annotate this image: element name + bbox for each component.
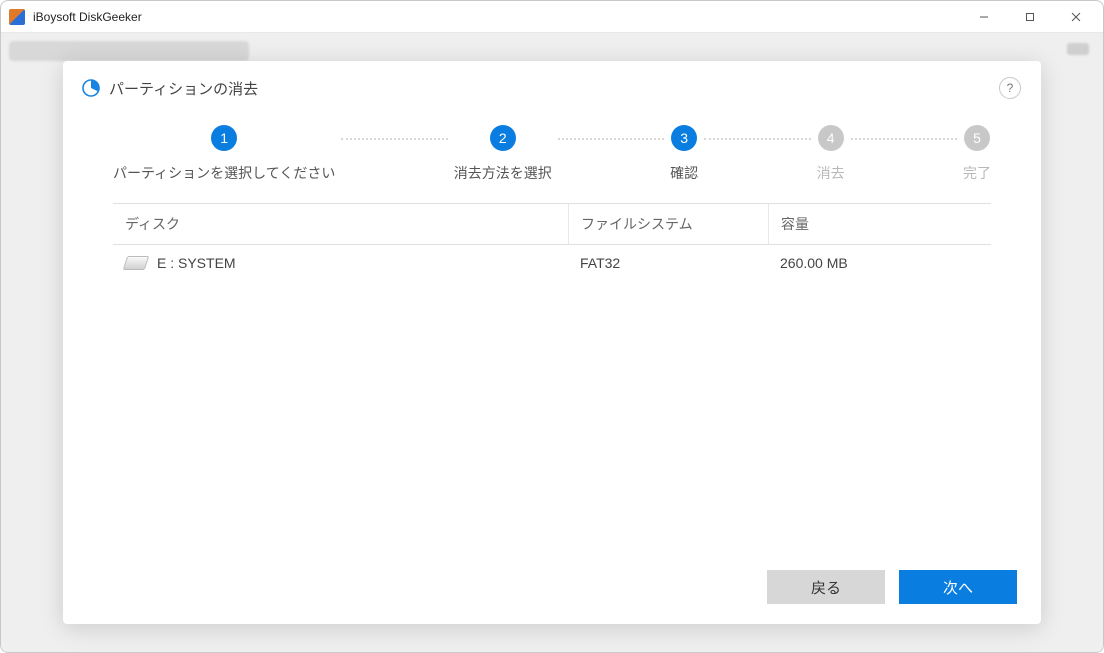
step-label: 完了 (963, 163, 991, 183)
window-controls (961, 2, 1099, 32)
step-connector (341, 138, 447, 140)
cell-capacity: 260.00 MB (768, 245, 991, 281)
step-number: 5 (964, 125, 990, 151)
step-label: パーティションを選択してください (113, 163, 335, 183)
step-3: 3 確認 (670, 125, 698, 183)
window-title: iBoysoft DiskGeeker (33, 10, 961, 24)
step-label: 消去方法を選択 (454, 163, 552, 183)
step-label: 消去 (817, 163, 845, 183)
cell-filesystem: FAT32 (568, 245, 768, 281)
dialog-footer: 戻る 次へ (63, 554, 1041, 624)
close-button[interactable] (1053, 2, 1099, 32)
column-header-disk: ディスク (113, 204, 568, 244)
step-number: 4 (818, 125, 844, 151)
client-area: パーティションの消去 ? 1 パーティションを選択してください 2 消去方法を選… (1, 33, 1103, 652)
step-2: 2 消去方法を選択 (454, 125, 552, 183)
step-4: 4 消去 (817, 125, 845, 183)
column-header-filesystem: ファイルシステム (568, 204, 768, 244)
minimize-button[interactable] (961, 2, 1007, 32)
step-5: 5 完了 (963, 125, 991, 183)
progress-stepper: 1 パーティションを選択してください 2 消去方法を選択 3 確認 4 消去 (63, 107, 1041, 203)
pie-icon (81, 78, 101, 98)
erase-partition-dialog: パーティションの消去 ? 1 パーティションを選択してください 2 消去方法を選… (63, 61, 1041, 624)
table-header-row: ディスク ファイルシステム 容量 (113, 203, 991, 245)
application-window: iBoysoft DiskGeeker (0, 0, 1104, 653)
dialog-title: パーティションの消去 (109, 78, 999, 99)
back-button[interactable]: 戻る (767, 570, 885, 604)
step-label: 確認 (670, 163, 698, 183)
step-number: 3 (671, 125, 697, 151)
column-header-capacity: 容量 (768, 204, 991, 244)
background-blur-element (1067, 43, 1089, 55)
step-connector (558, 138, 664, 140)
table-row[interactable]: E : SYSTEM FAT32 260.00 MB (113, 245, 991, 281)
disk-icon (125, 256, 147, 270)
cell-disk: E : SYSTEM (113, 245, 568, 281)
help-icon: ? (1007, 81, 1014, 95)
maximize-button[interactable] (1007, 2, 1053, 32)
disk-name: E : SYSTEM (157, 255, 236, 271)
title-bar: iBoysoft DiskGeeker (1, 1, 1103, 33)
next-button[interactable]: 次へ (899, 570, 1017, 604)
partition-table: ディスク ファイルシステム 容量 E : SYSTEM FAT32 260.00… (63, 203, 1041, 281)
step-number: 2 (490, 125, 516, 151)
help-button[interactable]: ? (999, 77, 1021, 99)
step-number: 1 (211, 125, 237, 151)
dialog-header: パーティションの消去 ? (63, 61, 1041, 107)
step-1: 1 パーティションを選択してください (113, 125, 335, 183)
app-icon (9, 9, 25, 25)
step-connector (704, 138, 810, 140)
background-blur-element (9, 41, 249, 61)
step-connector (851, 138, 957, 140)
